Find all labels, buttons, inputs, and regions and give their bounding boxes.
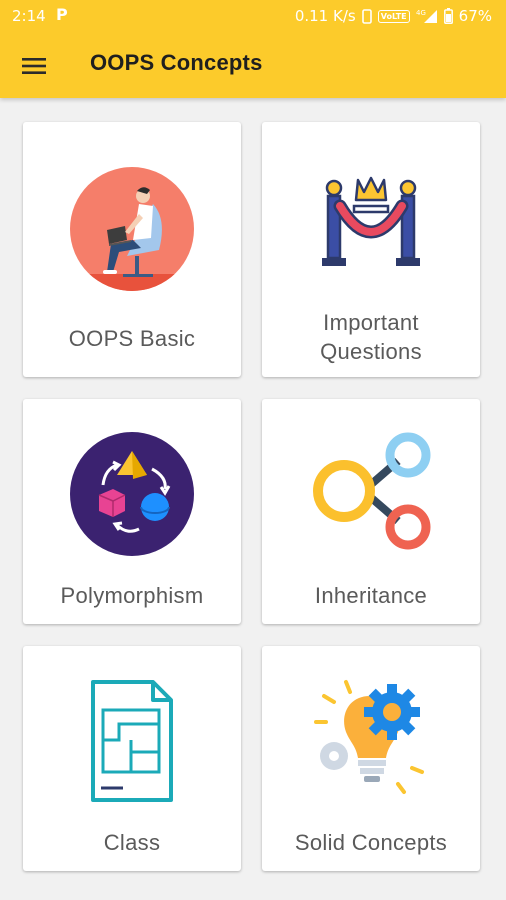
status-time: 2:14	[12, 7, 46, 25]
card-label: Important Questions	[320, 310, 422, 364]
person-with-laptop-icon	[70, 167, 194, 291]
blueprint-document-icon	[91, 680, 173, 802]
network-speed: 0.11 K/s	[294, 7, 356, 25]
card-oops-basic[interactable]: OOPS Basic	[23, 122, 241, 377]
card-label: Solid Concepts	[294, 830, 448, 855]
card-class[interactable]: Class	[23, 646, 241, 871]
status-bar: 2:14 P 0.11 K/s VoLTE 4G 67%	[0, 0, 506, 32]
hamburger-menu-icon[interactable]	[22, 57, 46, 75]
volte-badge: VoLTE	[377, 9, 410, 23]
lightbulb-gears-icon	[314, 680, 424, 794]
card-label: Class	[103, 830, 161, 855]
signal-icon: 4G	[416, 8, 438, 24]
crown-rope-barrier-icon	[322, 176, 420, 266]
page-title: OOPS Concepts	[90, 50, 263, 75]
card-label: Inheritance	[314, 583, 428, 608]
notification-icon: P	[56, 5, 68, 24]
svg-text:4G: 4G	[416, 9, 426, 17]
app-bar: 2:14 P 0.11 K/s VoLTE 4G 67% OOPS Concep…	[0, 0, 506, 98]
card-important-questions[interactable]: Important Questions	[262, 122, 480, 377]
card-polymorphism[interactable]: Polymorphism	[23, 399, 241, 624]
card-label: Polymorphism	[60, 583, 204, 608]
card-label: OOPS Basic	[68, 326, 196, 351]
battery-percent: 67%	[458, 7, 492, 25]
phone-icon	[361, 8, 372, 24]
status-right-group: 0.11 K/s VoLTE 4G 67%	[295, 7, 492, 25]
battery-icon	[443, 8, 453, 24]
shapes-cycle-icon	[70, 432, 194, 556]
toolbar: OOPS Concepts	[0, 32, 506, 98]
menu-button[interactable]	[12, 44, 56, 88]
connected-circles-icon	[313, 432, 431, 550]
card-solid-concepts[interactable]: Solid Concepts	[262, 646, 480, 871]
card-inheritance[interactable]: Inheritance	[262, 399, 480, 624]
